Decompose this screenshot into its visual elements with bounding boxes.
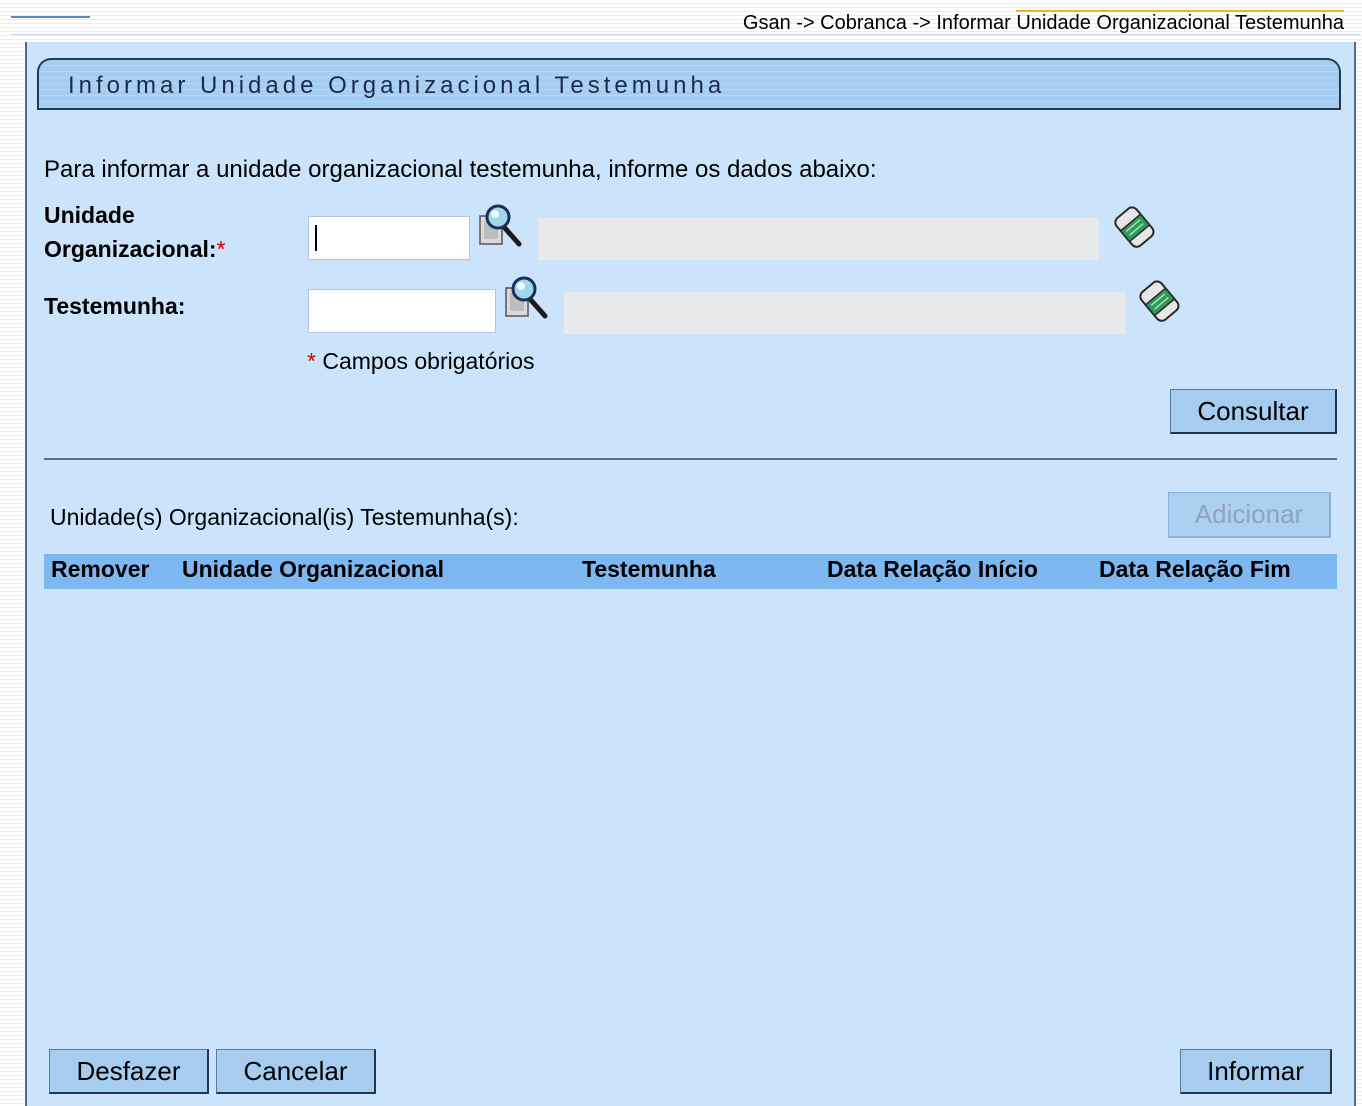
- unidade-label-line1: Unidade: [44, 202, 135, 228]
- top-left-accent-line: [11, 16, 90, 18]
- instructions-text: Para informar a unidade organizacional t…: [44, 156, 877, 183]
- desfazer-button[interactable]: Desfazer: [49, 1049, 209, 1094]
- search-unidade-icon[interactable]: [477, 202, 525, 250]
- unidade-label-line2: Organizacional:: [44, 236, 217, 262]
- clear-testemunha-icon[interactable]: [1133, 276, 1183, 326]
- unidade-organizacional-label: Unidade Organizacional:*: [44, 198, 226, 266]
- title-tab: Informar Unidade Organizacional Testemun…: [37, 58, 1341, 110]
- unidade-organizacional-input[interactable]: [308, 216, 470, 260]
- required-note-mark: *: [307, 348, 316, 374]
- text-caret: [315, 225, 317, 251]
- search-testemunha-icon[interactable]: [503, 274, 551, 322]
- required-note-text: Campos obrigatórios: [315, 348, 535, 374]
- testemunha-label: Testemunha:: [44, 293, 186, 319]
- unidade-organizacional-description: [538, 218, 1099, 260]
- column-header-data-relacao-fim: Data Relação Fim: [1099, 556, 1291, 582]
- adicionar-button[interactable]: Adicionar: [1168, 492, 1331, 538]
- breadcrumb: Gsan -> Cobranca -> Informar Unidade Org…: [742, 10, 1344, 35]
- title-underline: [37, 108, 1341, 110]
- testemunha-description: [564, 292, 1125, 334]
- clear-unidade-icon[interactable]: [1108, 202, 1158, 252]
- section-divider: [44, 458, 1337, 460]
- testemunha-input[interactable]: [308, 289, 496, 333]
- table-header: Remover Unidade Organizacional Testemunh…: [44, 554, 1337, 589]
- column-header-data-relacao-inicio: Data Relação Início: [827, 556, 1038, 582]
- column-header-testemunha: Testemunha: [582, 556, 716, 582]
- breadcrumb-path: Gsan -> Cobranca -> Informar: [742, 12, 1017, 34]
- consultar-button[interactable]: Consultar: [1170, 389, 1337, 434]
- main-panel: Informar Unidade Organizacional Testemun…: [25, 42, 1356, 1106]
- required-mark: *: [216, 236, 226, 262]
- list-label: Unidade(s) Organizacional(is) Testemunha…: [50, 504, 519, 530]
- cancelar-button[interactable]: Cancelar: [216, 1049, 376, 1094]
- breadcrumb-current: Unidade Organizacional Testemunha: [1016, 10, 1344, 34]
- column-header-unidade-organizacional: Unidade Organizacional: [182, 556, 444, 582]
- informar-button[interactable]: Informar: [1180, 1049, 1332, 1094]
- column-header-remover: Remover: [51, 556, 150, 582]
- page-title: Informar Unidade Organizacional Testemun…: [68, 72, 726, 99]
- required-fields-note: * Campos obrigatórios: [307, 348, 535, 375]
